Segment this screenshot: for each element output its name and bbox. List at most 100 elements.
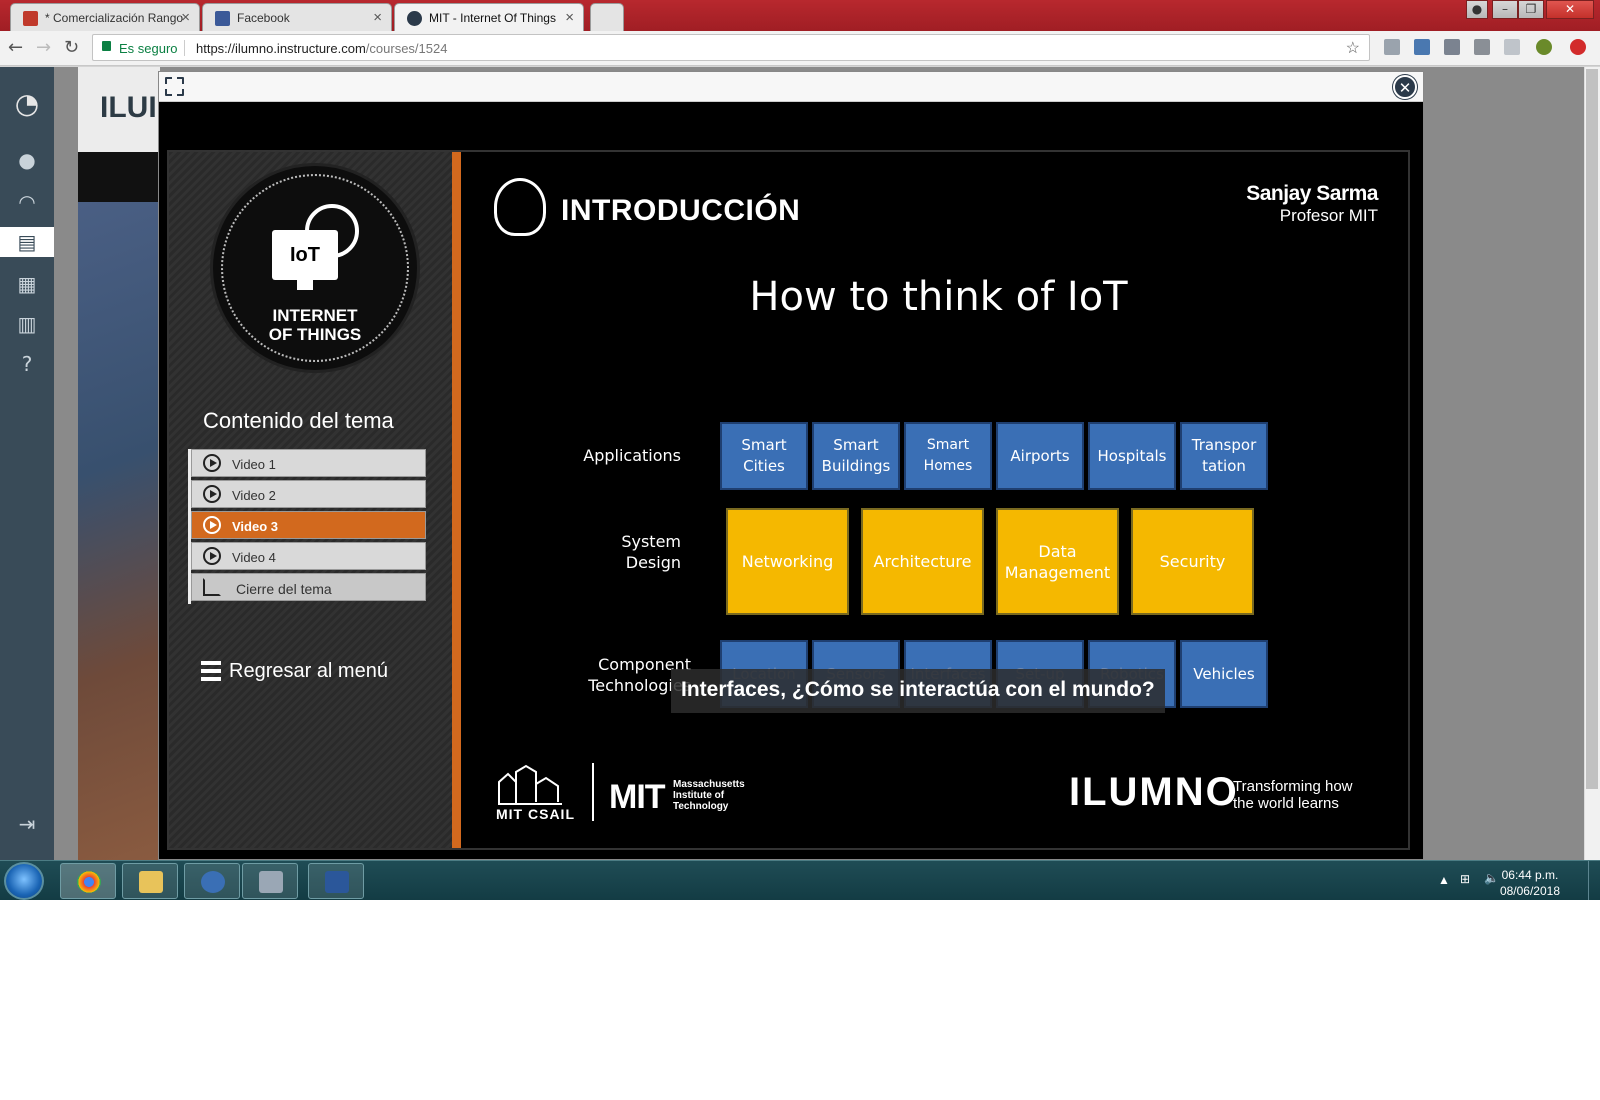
speaker-credit: Sanjay Sarma Profesor MIT: [1246, 182, 1378, 226]
minimize-window-button[interactable]: –: [1492, 0, 1518, 19]
facebook-favicon-icon: [215, 11, 230, 26]
restore-window-button[interactable]: ❐: [1518, 0, 1544, 19]
extension-icon[interactable]: [1384, 39, 1400, 55]
player-sidebar: IoT INTERNET OF THINGS Contenido del tem…: [169, 152, 452, 848]
extension-icon[interactable]: [1504, 39, 1520, 55]
courses-icon[interactable]: ▤: [0, 227, 54, 257]
taskbar-word[interactable]: [308, 863, 364, 899]
tab-close-icon[interactable]: ×: [181, 9, 190, 26]
divider: [184, 40, 185, 56]
back-label: Regresar al menú: [229, 660, 388, 682]
page-scrollbar[interactable]: [1584, 67, 1600, 860]
folder-icon: [139, 871, 163, 893]
row-label-system-design: System Design: [621, 532, 681, 572]
tray-expand-icon[interactable]: ▲: [1438, 873, 1450, 887]
menu-item-video-3[interactable]: Video 3: [191, 511, 426, 539]
volume-icon[interactable]: 🔈: [1484, 871, 1499, 885]
design-box-security: Security: [1131, 508, 1254, 615]
menu-item-video-2[interactable]: Video 2: [191, 480, 426, 508]
taskbar-thunderbird[interactable]: [184, 863, 240, 899]
page-favicon-icon: [23, 11, 38, 26]
browser-tab-2[interactable]: Facebook ×: [202, 3, 392, 31]
monitor-stand: [297, 280, 313, 290]
app-box-smart-homes: Smart Homes: [904, 422, 992, 490]
taskbar-file-explorer[interactable]: [122, 863, 178, 899]
inbox-icon[interactable]: ▥: [12, 309, 42, 339]
windows-taskbar: ▲ ⊞ 🔈 06:44 p.m. 08/06/2018: [0, 860, 1600, 900]
user-profile-icon[interactable]: ●: [1466, 0, 1488, 19]
speaker-name: Sanjay Sarma: [1246, 182, 1378, 205]
row-label-applications: Applications: [583, 446, 681, 465]
system-tray: ▲ ⊞ 🔈 06:44 p.m. 08/06/2018: [1430, 861, 1600, 900]
csail-label: MIT CSAIL: [496, 806, 575, 822]
play-icon: [203, 485, 221, 503]
app-box-hospitals: Hospitals: [1088, 422, 1176, 490]
browser-tab-3[interactable]: MIT - Internet Of Things ×: [394, 3, 584, 31]
forward-arrow-icon[interactable]: →: [36, 37, 51, 58]
extension-icon[interactable]: [1444, 39, 1460, 55]
design-box-architecture: Architecture: [861, 508, 984, 615]
browser-toolbar: ← → ↻ Es seguro https://ilumno.instructu…: [0, 31, 1600, 66]
extension-icon[interactable]: [1414, 39, 1430, 55]
lock-icon: [102, 41, 111, 51]
course-background-image: [78, 202, 160, 860]
menu-item-topic-close[interactable]: Cierre del tema: [191, 573, 426, 601]
close-modal-button[interactable]: ✕: [1393, 75, 1417, 99]
sidebar-title: Contenido del tema: [203, 408, 394, 433]
menu-item-video-1[interactable]: Video 1: [191, 449, 426, 477]
collapse-nav-icon[interactable]: ⇥: [12, 809, 42, 839]
iot-monitor-icon: IoT: [272, 230, 338, 280]
taskbar-chrome[interactable]: [60, 863, 116, 899]
show-desktop-button[interactable]: [1588, 861, 1600, 900]
scrollbar-thumb[interactable]: [1586, 69, 1598, 789]
iot-logo: IoT INTERNET OF THINGS: [210, 163, 420, 373]
logo-text: INTERNET OF THINGS: [213, 306, 417, 344]
clock[interactable]: 06:44 p.m. 08/06/2018: [1500, 867, 1560, 899]
start-button-icon[interactable]: [4, 862, 44, 900]
reload-icon[interactable]: ↻: [64, 37, 79, 58]
network-icon[interactable]: ⊞: [1460, 872, 1470, 886]
extension-icon[interactable]: [1570, 39, 1586, 55]
video-slide[interactable]: INTRODUCCIÓN Sanjay Sarma Profesor MIT H…: [461, 152, 1408, 848]
bookmark-star-icon[interactable]: ☆: [1346, 38, 1360, 58]
play-icon: [203, 454, 221, 472]
clock-time: 06:44 p.m.: [1501, 868, 1559, 882]
ilumno-logo: ILUMNO: [1069, 770, 1239, 814]
browser-tab-strip: * Comercialización Rango × Facebook × MI…: [0, 0, 1600, 31]
design-box-data-management: Data Management: [996, 508, 1119, 615]
calendar-icon[interactable]: ▦: [12, 269, 42, 299]
back-arrow-icon[interactable]: ←: [8, 37, 23, 58]
app-box-airports: Airports: [996, 422, 1084, 490]
taskbar-virtualbox[interactable]: [242, 863, 298, 899]
url-host: https://ilumno.instructure.com: [196, 41, 366, 56]
extension-icon[interactable]: [1474, 39, 1490, 55]
tab-close-icon[interactable]: ×: [373, 9, 382, 26]
address-bar[interactable]: Es seguro https://ilumno.instructure.com…: [92, 34, 1370, 61]
account-avatar-icon[interactable]: ●: [12, 145, 42, 175]
video-modal: ✕ IoT INTERNET OF THINGS Contenido del t…: [158, 71, 1424, 860]
url-text: https://ilumno.instructure.com/courses/1…: [196, 41, 447, 56]
fullscreen-icon[interactable]: [164, 76, 185, 97]
menu-item-label: Video 2: [232, 488, 276, 503]
new-tab-button[interactable]: [590, 3, 624, 31]
logo-divider: [592, 763, 594, 821]
menu-item-label: Video 4: [232, 550, 276, 565]
browser-tab-1[interactable]: * Comercialización Rango ×: [10, 3, 200, 31]
menu-item-label: Video 1: [232, 457, 276, 472]
menu-item-label: Video 3: [232, 519, 279, 534]
topic-menu: Video 1 Video 2 Video 3 Video 4 Cierre d…: [188, 449, 426, 604]
url-path: /courses/1524: [365, 41, 448, 56]
canvas-logo-icon[interactable]: ◔: [12, 89, 42, 119]
mit-logo: MIT: [609, 778, 666, 816]
video-subtitle: Interfaces, ¿Cómo se interactúa con el m…: [671, 669, 1165, 713]
tab-close-icon[interactable]: ×: [565, 9, 574, 26]
close-window-button[interactable]: ✕: [1546, 0, 1594, 19]
dashboard-icon[interactable]: ◠: [12, 187, 42, 217]
app-box-smart-cities: Smart Cities: [720, 422, 808, 490]
tab-title: MIT - Internet Of Things: [429, 11, 556, 25]
menu-item-video-4[interactable]: Video 4: [191, 542, 426, 570]
help-icon[interactable]: ?: [12, 349, 42, 379]
extension-icon[interactable]: [1536, 39, 1552, 55]
back-to-menu-button[interactable]: Regresar al menú: [201, 660, 388, 683]
mail-icon: [201, 871, 225, 893]
